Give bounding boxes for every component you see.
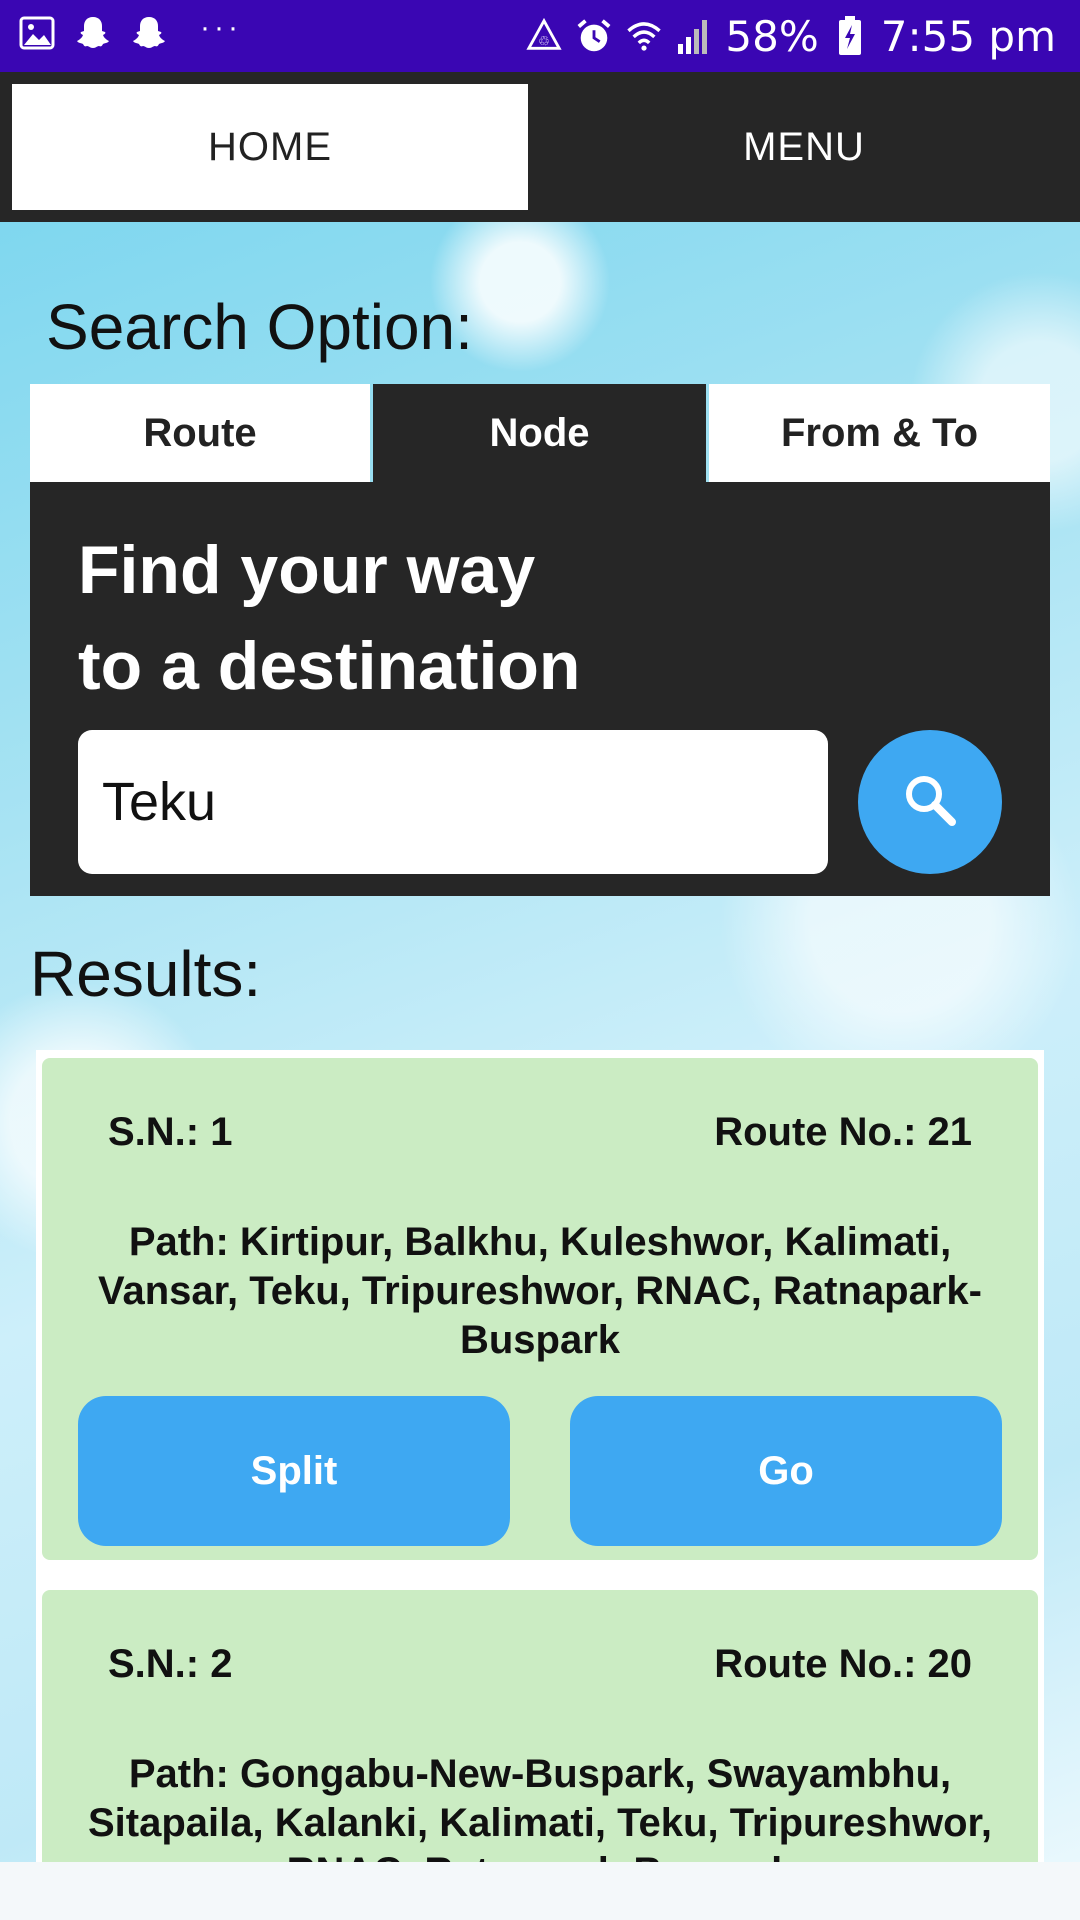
result-card: S.N.: 1 Route No.: 21 Path: Kirtipur, Ba… bbox=[42, 1058, 1038, 1560]
tab-route[interactable]: Route bbox=[30, 384, 370, 482]
top-navigation: HOME MENU bbox=[0, 72, 1080, 222]
more-notifications-icon: ··· bbox=[200, 11, 242, 44]
snapchat-icon bbox=[130, 14, 168, 52]
tab-from-to[interactable]: From & To bbox=[709, 384, 1050, 482]
wifi-icon bbox=[625, 17, 663, 55]
result-card: S.N.: 2 Route No.: 20 Path: Gongabu-New-… bbox=[42, 1590, 1038, 1862]
snapchat-icon bbox=[74, 14, 112, 52]
results-list[interactable]: S.N.: 1 Route No.: 21 Path: Kirtipur, Ba… bbox=[36, 1050, 1044, 1862]
route-number: Route No.: 21 bbox=[714, 1110, 972, 1154]
route-path: Path: Gongabu-New-Buspark, Swayambhu, Si… bbox=[88, 1752, 992, 1862]
status-bar: ··· ♲ 58% 7:55 pm bbox=[0, 0, 1080, 72]
tab-home[interactable]: HOME bbox=[12, 84, 528, 210]
title-line-2: to a destination bbox=[78, 628, 581, 704]
search-panel-title: Find your way to a destination bbox=[78, 522, 580, 714]
route-path: Path: Kirtipur, Balkhu, Kuleshwor, Kalim… bbox=[98, 1220, 982, 1362]
alarm-icon bbox=[575, 17, 613, 55]
serial-number: S.N.: 2 bbox=[108, 1642, 233, 1686]
gallery-icon bbox=[18, 14, 56, 52]
tab-node[interactable]: Node bbox=[373, 384, 706, 482]
route-number: Route No.: 20 bbox=[714, 1642, 972, 1686]
search-panel: Find your way to a destination bbox=[30, 482, 1050, 896]
recycle-icon: ♲ bbox=[525, 17, 563, 55]
tab-menu[interactable]: MENU bbox=[540, 84, 1068, 210]
search-input[interactable] bbox=[78, 730, 828, 874]
serial-number: S.N.: 1 bbox=[108, 1110, 233, 1154]
signal-icon bbox=[675, 17, 713, 55]
search-button[interactable] bbox=[858, 730, 1002, 874]
split-button[interactable]: Split bbox=[78, 1396, 510, 1546]
clock: 7:55 pm bbox=[880, 11, 1056, 61]
results-heading: Results: bbox=[30, 938, 262, 1010]
search-icon bbox=[900, 770, 960, 835]
battery-percent: 58% bbox=[725, 11, 819, 61]
bottom-strip bbox=[0, 1862, 1080, 1920]
go-button[interactable]: Go bbox=[570, 1396, 1002, 1546]
search-option-heading: Search Option: bbox=[46, 291, 473, 363]
svg-text:♲: ♲ bbox=[538, 35, 550, 50]
title-line-1: Find your way bbox=[78, 532, 536, 608]
battery-charging-icon bbox=[831, 16, 869, 55]
